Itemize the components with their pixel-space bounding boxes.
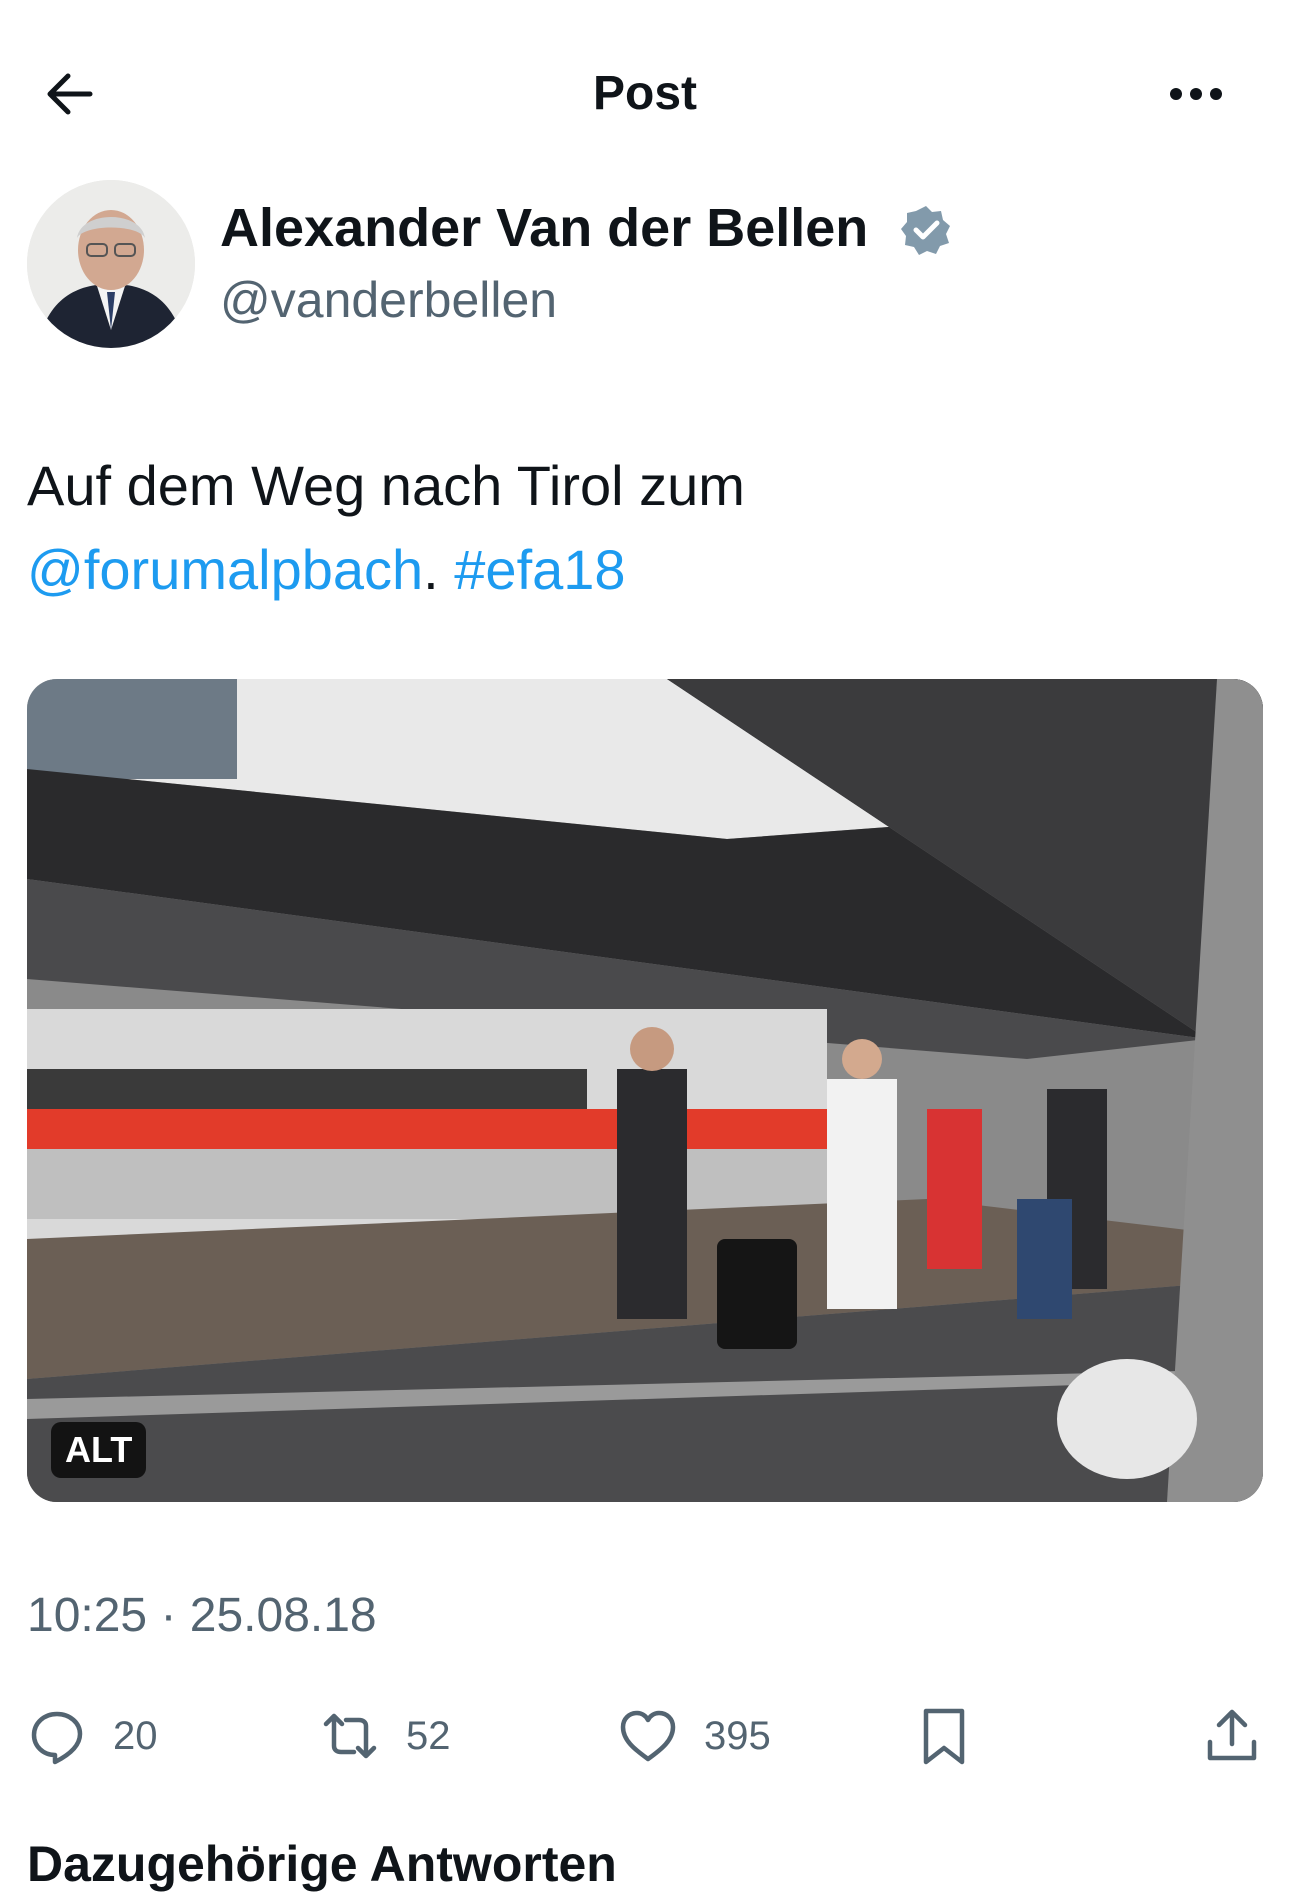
author-name[interactable]: Alexander Van der Bellen (220, 196, 868, 260)
hashtag-link[interactable]: #efa18 (454, 538, 625, 601)
train-station-photo (27, 679, 1263, 1502)
top-bar: Post (0, 0, 1290, 190)
like-button[interactable]: 395 (618, 1700, 771, 1772)
more-options-button[interactable] (1160, 62, 1232, 126)
mention-link[interactable]: @forumalpbach (27, 538, 423, 601)
bookmark-button[interactable] (914, 1700, 974, 1772)
bookmark-icon (923, 1708, 965, 1765)
share-icon (1207, 1709, 1257, 1761)
alt-text-badge[interactable]: ALT (51, 1422, 147, 1478)
repost-count: 52 (406, 1713, 451, 1758)
more-horizontal-icon (1170, 88, 1222, 100)
reply-count: 20 (113, 1713, 158, 1758)
related-replies-heading: Dazugehörige Antworten (27, 1836, 617, 1892)
heart-icon (620, 1710, 676, 1762)
reply-button[interactable]: 20 (27, 1700, 158, 1772)
author-handle: @vanderbellen (220, 272, 558, 328)
repost-icon (323, 1713, 377, 1759)
repost-button[interactable]: 52 (320, 1700, 451, 1772)
share-button[interactable] (1202, 1700, 1262, 1772)
reply-icon (31, 1711, 83, 1765)
avatar[interactable] (27, 180, 195, 348)
post-separator: . (423, 538, 439, 601)
post-text-body: Auf dem Weg nach Tirol zum (27, 454, 745, 517)
post-timestamp[interactable]: 10:25 · 25.08.18 (27, 1586, 377, 1646)
post-image[interactable]: ALT (27, 679, 1263, 1502)
action-bar: 20 52 395 (0, 1700, 1290, 1772)
post-text: Auf dem Weg nach Tirol zum @forumalpbach… (27, 444, 1257, 612)
avatar-portrait (27, 180, 195, 348)
like-count: 395 (704, 1713, 771, 1758)
verified-badge-icon (901, 206, 950, 255)
page-title: Post (592, 67, 697, 120)
